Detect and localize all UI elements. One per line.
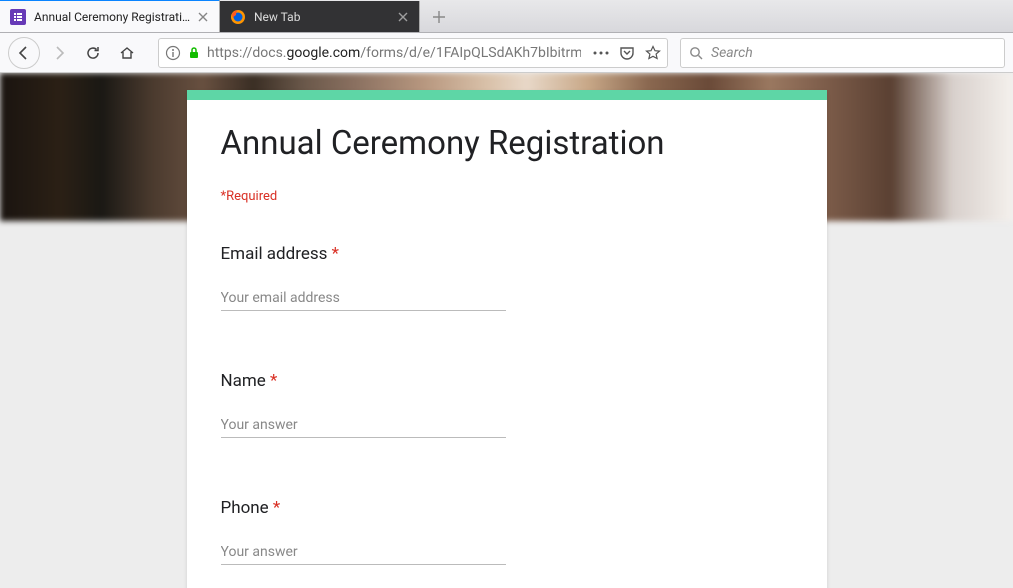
search-placeholder: Search	[711, 45, 753, 61]
star-icon[interactable]	[645, 45, 661, 61]
new-tab-button[interactable]	[424, 2, 454, 32]
email-input[interactable]	[221, 286, 506, 311]
field-label: Phone *	[221, 498, 793, 518]
form-title: Annual Ceremony Registration	[221, 124, 793, 163]
forward-button[interactable]	[44, 38, 74, 68]
url-text: https://docs.google.com/forms/d/e/1FAIpQ…	[207, 45, 581, 61]
field-email: Email address *	[221, 244, 793, 311]
close-icon[interactable]	[195, 9, 211, 25]
close-icon[interactable]	[395, 9, 411, 25]
tab-new-tab[interactable]: New Tab	[220, 1, 420, 32]
pocket-icon[interactable]	[619, 45, 635, 61]
required-note: *Required	[221, 189, 793, 204]
field-label: Name *	[221, 371, 793, 391]
tab-title: New Tab	[254, 10, 391, 24]
tab-annual-ceremony[interactable]: Annual Ceremony Registration	[0, 0, 220, 32]
tab-bar: Annual Ceremony Registration New Tab	[0, 0, 1013, 33]
field-phone: Phone *	[221, 498, 793, 565]
back-button[interactable]	[8, 37, 40, 69]
form-card: Annual Ceremony Registration *Required E…	[187, 90, 827, 588]
more-icon[interactable]	[593, 51, 609, 55]
home-button[interactable]	[112, 38, 142, 68]
tab-title: Annual Ceremony Registration	[34, 10, 191, 24]
field-name: Name *	[221, 371, 793, 438]
url-bar[interactable]: https://docs.google.com/forms/d/e/1FAIpQ…	[158, 38, 668, 68]
lock-icon[interactable]	[187, 46, 201, 60]
firefox-favicon-icon	[230, 9, 246, 25]
nav-bar: https://docs.google.com/forms/d/e/1FAIpQ…	[0, 33, 1013, 73]
search-bar[interactable]: Search	[680, 38, 1005, 68]
search-icon	[689, 46, 703, 60]
info-icon[interactable]	[165, 45, 181, 61]
field-label: Email address *	[221, 244, 793, 264]
reload-button[interactable]	[78, 38, 108, 68]
page-content: Annual Ceremony Registration *Required E…	[0, 73, 1013, 588]
phone-input[interactable]	[221, 540, 506, 565]
forms-favicon-icon	[10, 9, 26, 25]
name-input[interactable]	[221, 413, 506, 438]
